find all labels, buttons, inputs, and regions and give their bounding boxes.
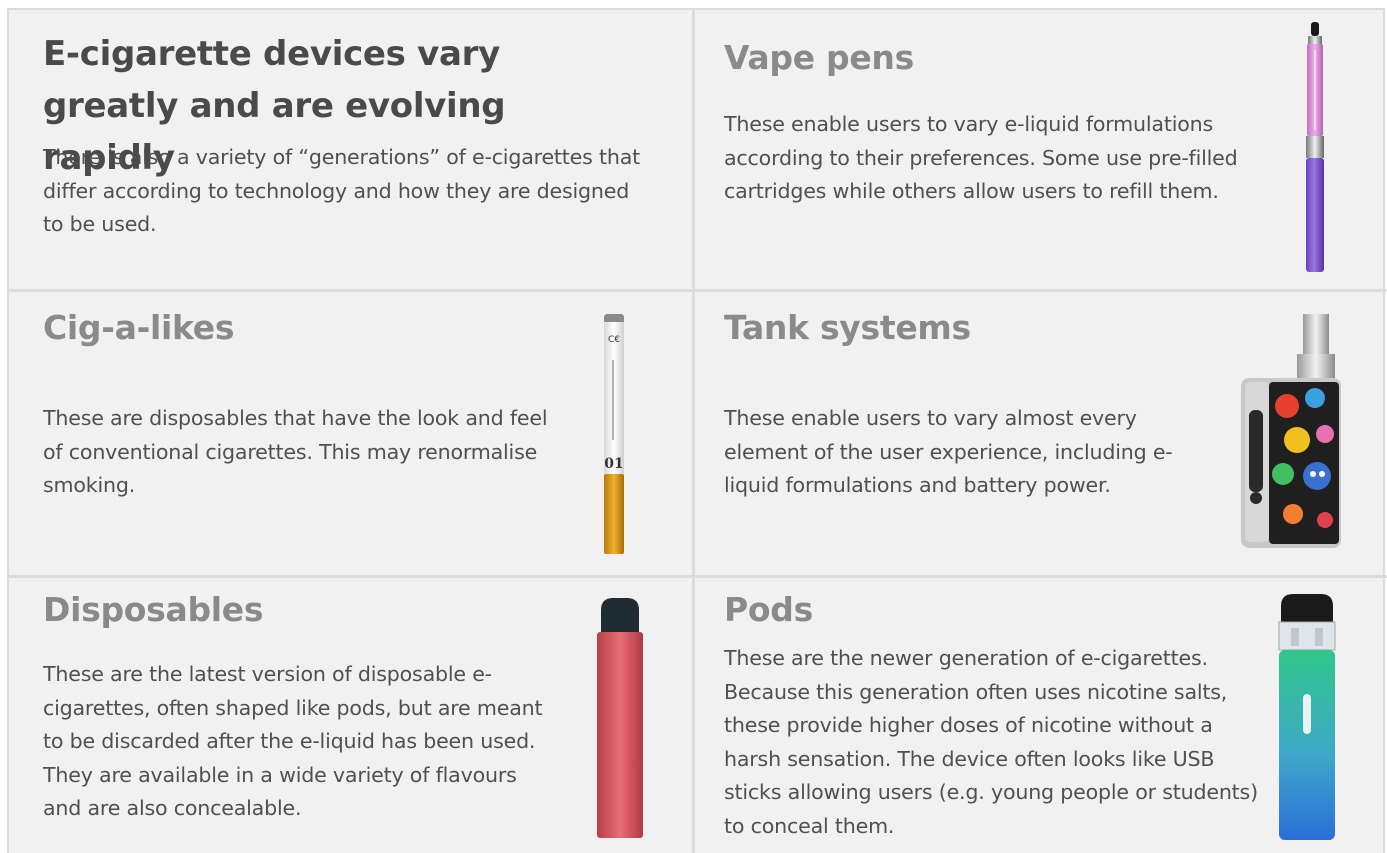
svg-text:01: 01 <box>604 456 623 472</box>
pod-device-icon <box>1278 594 1336 840</box>
intro-text: There is also a variety of “generations”… <box>43 145 641 237</box>
vape-pen-icon <box>1306 22 1324 272</box>
pods-title: Pods <box>724 590 813 629</box>
cig-a-likes-title: Cig-a-likes <box>43 308 235 347</box>
disposables-text: These are the latest version of disposab… <box>43 662 543 821</box>
cig-a-like-icon: C€ 01 <box>604 314 624 554</box>
column-divider <box>692 10 695 853</box>
tank-mod-icon <box>1241 314 1341 548</box>
cig-a-likes-text: These are disposables that have the look… <box>43 406 548 498</box>
disposable-vape-icon <box>597 598 643 838</box>
device-types-grid: E-cigarette devices vary greatly and are… <box>7 8 1387 853</box>
row-divider-2 <box>9 575 1387 578</box>
vape-pens-text: These enable users to vary e-liquid form… <box>724 112 1238 204</box>
vape-pens-title: Vape pens <box>724 38 914 77</box>
tank-systems-text: These enable users to vary almost every … <box>724 406 1173 498</box>
disposables-title: Disposables <box>43 590 264 629</box>
svg-text:C€: C€ <box>608 335 620 345</box>
tank-systems-title: Tank systems <box>724 308 971 347</box>
pods-text: These are the newer generation of e-ciga… <box>724 646 1258 838</box>
row-divider-1 <box>9 289 1387 292</box>
